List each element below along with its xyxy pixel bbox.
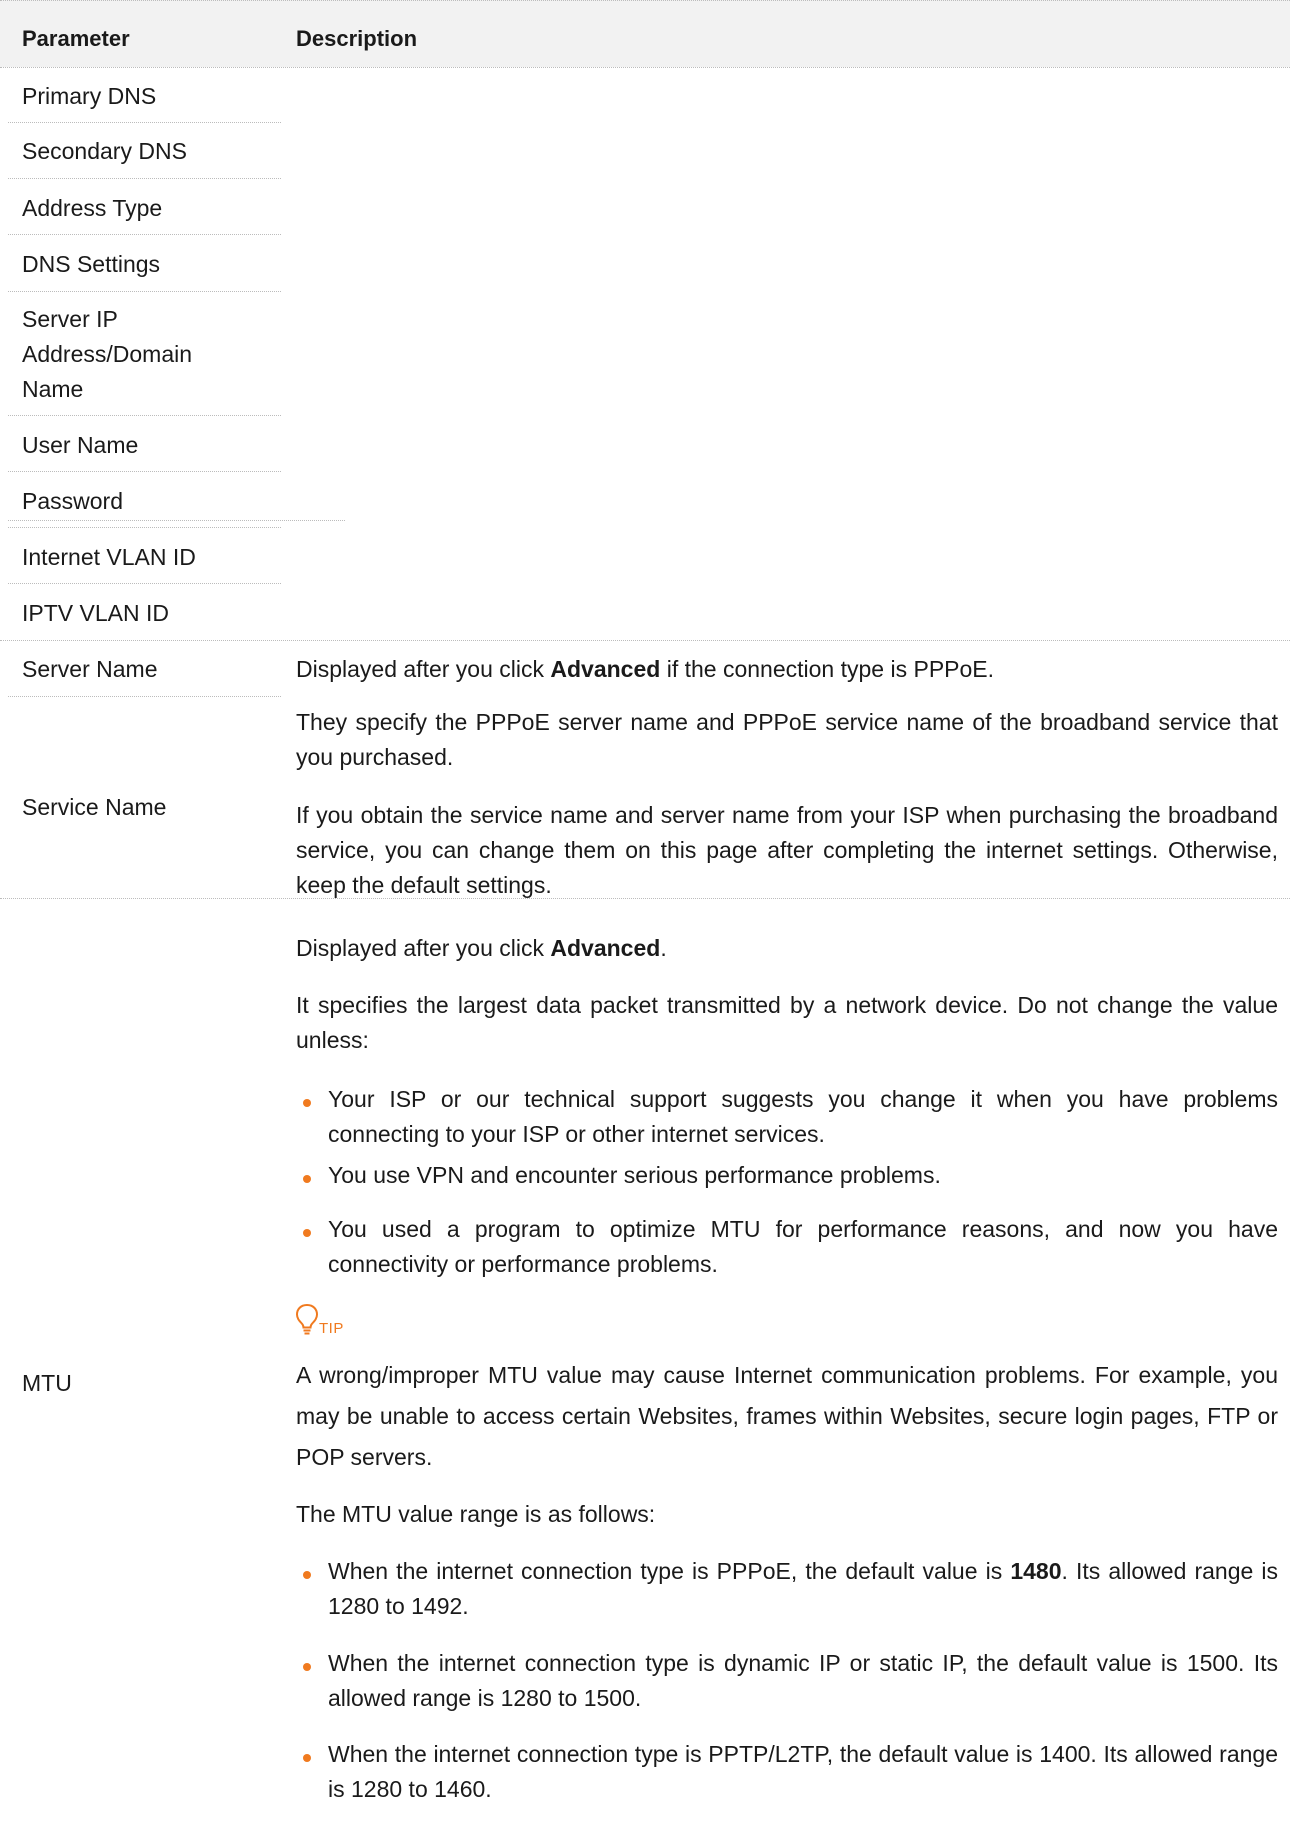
row-rule — [8, 471, 281, 472]
row-rule — [8, 583, 281, 584]
header-description: Description — [296, 26, 418, 51]
param-internet-vlan-id: Internet VLAN ID — [22, 544, 196, 570]
bullet-dot — [303, 1663, 311, 1671]
header-rule — [0, 67, 1290, 68]
row-rule — [8, 520, 345, 521]
desc-text: . — [660, 935, 667, 961]
mtu-range-bullet-3: When the internet connection type is PPT… — [328, 1741, 1278, 1802]
section-rule — [0, 898, 1290, 899]
desc-bold-advanced: Advanced — [550, 656, 661, 682]
bullet-dot — [303, 1754, 311, 1762]
mtu-tip-text: A wrong/improper MTU value may cause Int… — [296, 1362, 1278, 1470]
param-password: Password — [22, 488, 123, 514]
param-address-type: Address Type — [22, 195, 163, 221]
bullet-dot — [303, 1175, 311, 1183]
param-server-ip-line3: Name — [22, 376, 84, 402]
row-rule — [8, 291, 281, 292]
row-rule — [8, 234, 281, 235]
top-rule — [0, 0, 1290, 1]
tip-label: TIP — [319, 1320, 344, 1337]
mtu-range-intro: The MTU value range is as follows: — [296, 1501, 656, 1527]
desc-text: Displayed after you click — [296, 656, 551, 682]
bullet-dot — [303, 1571, 311, 1579]
mtu-range-bullet-2: When the internet connection type is dyn… — [328, 1650, 1278, 1711]
param-server-ip-line1: Server IP — [22, 306, 118, 332]
desc-text: Displayed after you click — [296, 935, 551, 961]
section-rule — [0, 640, 1290, 641]
param-service-name: Service Name — [22, 794, 167, 820]
table-header — [0, 0, 1290, 67]
mtu-range-bullet-1: When the internet connection type is PPP… — [328, 1554, 1278, 1624]
parameter-table: Parameter Description Primary DNS Second… — [0, 0, 1290, 1833]
desc-text: if the connection type is PPPoE. — [660, 656, 995, 682]
service-name-desc-p1: They specify the PPPoE server name and P… — [296, 709, 1278, 770]
bullet-dot — [303, 1099, 311, 1107]
param-server-name: Server Name — [22, 656, 158, 682]
service-name-desc-p2: If you obtain the service name and serve… — [296, 802, 1278, 898]
param-secondary-dns: Secondary DNS — [22, 138, 187, 164]
mtu-desc-p2: It specifies the largest data packet tra… — [296, 992, 1278, 1053]
header-parameter: Parameter — [22, 26, 130, 51]
param-user-name: User Name — [22, 432, 139, 458]
desc-bold-advanced: Advanced — [550, 935, 661, 961]
mtu-bullet-3: You used a program to optimize MTU for p… — [328, 1216, 1278, 1277]
desc-text: When the internet connection type is PPP… — [328, 1558, 1011, 1584]
mtu-desc-p1: Displayed after you click Advanced. — [296, 931, 667, 965]
param-mtu: MTU — [22, 1370, 72, 1396]
tip-callout: TIP — [295, 1303, 343, 1343]
mtu-bullet-2: You use VPN and encounter serious perfor… — [328, 1162, 941, 1188]
param-dns-settings: DNS Settings — [22, 251, 161, 277]
row-rule — [8, 527, 281, 528]
param-iptv-vlan-id: IPTV VLAN ID — [22, 600, 169, 626]
bullet-dot — [303, 1229, 311, 1237]
row-rule — [8, 696, 281, 697]
desc-bold-default-value: 1480 — [1010, 1558, 1062, 1584]
param-server-ip-line2: Address/Domain — [22, 341, 193, 367]
row-rule — [8, 415, 281, 416]
lightbulb-icon — [295, 1303, 319, 1335]
row-rule — [8, 122, 281, 123]
server-name-description: Displayed after you click Advanced if th… — [296, 652, 994, 686]
row-rule — [8, 178, 281, 179]
param-primary-dns: Primary DNS — [22, 83, 157, 109]
mtu-bullet-1: Your ISP or our technical support sugges… — [328, 1086, 1278, 1147]
